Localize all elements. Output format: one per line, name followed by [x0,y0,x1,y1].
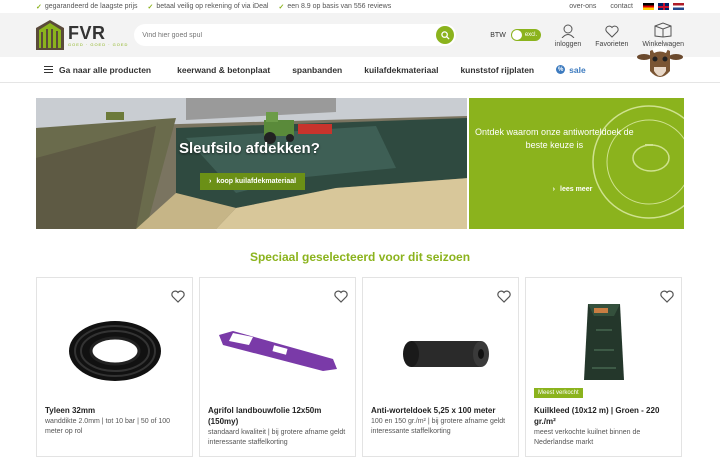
vat-toggle[interactable]: excl. [510,29,541,41]
nav-item-spanbanden[interactable]: spanbanden [292,65,342,75]
usp-item: ✓ betaal veilig op rekening of via iDeal [148,3,269,11]
search-bar [134,24,457,46]
menu-icon [44,64,53,75]
section-title: Speciaal geselecteerd voor dit seizoen [249,250,471,264]
sale-label: sale [569,64,586,75]
vat-label: BTW [490,31,506,39]
nav-item-kuilafdekmateriaal[interactable]: kuilafdekmateriaal [364,65,438,75]
percent-icon: % [556,65,566,74]
nav-item-rijplaten[interactable]: kunststof rijplaten [460,65,534,75]
cloth-roll-illustration [402,341,489,367]
logo-mark-icon [36,20,64,50]
logo-tagline: GOED · GOED · GOED [68,41,129,47]
vat-toggle-label: excl. [524,32,538,38]
usp-text: betaal veilig op rekening of via iDeal [156,3,269,10]
hero-image[interactable]: Sleufsilo afdekken? koop kuilafdekmateri… [36,98,467,229]
logo-name: FVR [68,22,106,43]
silo-photo-illustration [36,98,467,229]
product-card[interactable]: Meest verkocht Kuilkleed (10x12 m) | Gro… [525,277,682,457]
favorite-heart-icon[interactable] [497,290,511,303]
all-products-label: Ga naar alle producten [59,64,152,75]
search-input[interactable] [142,31,437,39]
hero-title: Sleufsilo afdekken? [179,140,320,157]
usp-text: gegarandeerd de laagste prijs [44,3,138,10]
favorites-label: Favorieten [595,41,629,48]
logo[interactable]: FVR GOED · GOED · GOED [36,20,130,50]
usp-item: ✓ gegarandeerd de laagste prijs [36,3,138,11]
toggle-knob [511,30,522,40]
product-description: standaard kwaliteit | bij grotere afname… [208,429,346,446]
product-card[interactable]: Tyleen 32mm wanddikte 2.0mm | tot 10 bar… [36,277,193,457]
hero-banner: Sleufsilo afdekken? koop kuilafdekmateri… [36,98,684,229]
vat-toggle-group: BTW excl. [490,29,541,41]
product-card[interactable]: Agrifol landbouwfolie 12x50m (150my) sta… [199,277,356,457]
all-products-menu[interactable]: Ga naar alle producten [44,64,151,75]
silage-net-illustration [583,304,624,380]
box-icon [654,22,672,38]
reviews-link[interactable]: een 8.9 op basis van 556 reviews [287,3,391,10]
bestseller-badge: Meest verkocht [534,388,583,398]
usp-bar: ✓ gegarandeerd de laagste prijs ✓ betaal v… [0,0,720,13]
favorite-heart-icon[interactable] [171,290,185,303]
product-image[interactable] [200,306,355,396]
contact-link[interactable]: contact [610,3,633,10]
product-image[interactable] [363,306,518,396]
favorites-button[interactable]: Favorieten [595,25,628,48]
product-description: 100 en 150 gr./m² | bij grotere afname g… [371,418,506,435]
guarantee-stamp-icon [591,105,684,219]
promo-text: Ontdek waarom onze antiworteldoek de bes… [475,127,634,150]
login-label: inloggen [554,41,582,48]
product-name[interactable]: Tyleen 32mm [45,405,184,416]
product-name[interactable]: Anti-worteldoek 5,25 x 100 meter [371,405,510,416]
product-image[interactable] [37,306,192,396]
favorite-heart-icon[interactable] [334,290,348,303]
user-icon [561,24,575,38]
nav-item-sale[interactable]: % sale [556,65,586,75]
main-nav: Ga naar alle producten keerwand & betonp… [0,46,720,83]
read-more-link[interactable]: lees meer [553,186,592,193]
hero-cta-button[interactable]: koop kuilafdekmateriaal [200,173,306,190]
product-image[interactable] [526,298,681,388]
pipe-coil-illustration [68,321,161,381]
product-card[interactable]: Anti-worteldoek 5,25 x 100 meter 100 en … [362,277,519,457]
promo-panel[interactable]: Ontdek waarom onze antiworteldoek de bes… [468,98,684,229]
dutch-flag-icon[interactable] [673,3,684,10]
about-link[interactable]: over-ons [569,3,596,10]
site-header: FVR GOED · GOED · GOED BTW excl. inlogge… [0,13,720,57]
search-icon [441,30,450,40]
heart-icon [605,25,619,38]
login-button[interactable]: inloggen [555,24,581,48]
usp-item[interactable]: ✓ een 8.9 op basis van 556 reviews [278,3,391,11]
search-button[interactable] [436,26,455,44]
product-name[interactable]: Kuilkleed (10x12 m) | Groen - 220 gr./m² [534,405,673,427]
foil-roll-illustration [218,331,337,371]
check-icon: ✓ [36,3,42,11]
product-description: wanddikte 2.0mm | tot 10 bar | 50 of 100… [45,418,171,435]
product-name[interactable]: Agrifol landbouwfolie 12x50m (150my) [208,405,347,427]
check-icon: ✓ [278,3,285,11]
nav-item-keerwand[interactable]: keerwand & betonplaat [177,65,270,75]
product-description: meest verkochte kuilnet binnen de Nederl… [534,429,641,446]
product-grid: Tyleen 32mm wanddikte 2.0mm | tot 10 bar… [36,277,684,457]
english-flag-icon[interactable] [658,3,669,10]
cow-mascot-icon [637,46,683,77]
german-flag-icon[interactable] [643,3,654,10]
check-icon: ✓ [147,3,154,11]
